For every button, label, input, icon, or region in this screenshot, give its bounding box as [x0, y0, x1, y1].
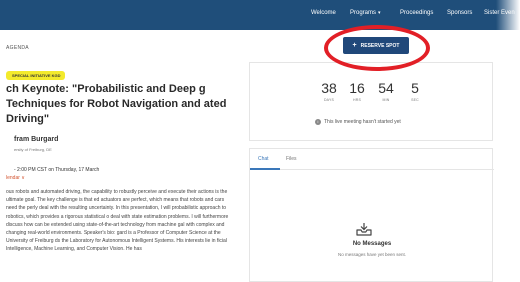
session-description: ous robots and automated driving, the ca…: [6, 189, 229, 253]
session-title: ch Keynote: "Probabilistic and Deep g Te…: [6, 83, 227, 125]
top-navbar: Welcome Programs ▾ Proceedings Sponsors S…: [0, 0, 520, 30]
nav-sponsors[interactable]: Sponsors: [447, 10, 472, 16]
empty-state-title: No Messages: [352, 241, 392, 247]
empty-state-subtitle: No messages have yet been sent.: [337, 252, 407, 257]
add-to-calendar-link[interactable]: lendar ∨: [6, 175, 25, 181]
edge-fade: [496, 0, 520, 282]
countdown-minutes: 54 MIN: [378, 80, 394, 102]
countdown-panel: 38 DAYS 16 HRS 54 MIN 5 SEC i This live …: [249, 62, 493, 141]
session-datetime: - 2:00 PM CST on Thursday, 17 March: [14, 167, 100, 173]
meeting-status-note: i This live meeting hasn't started yet: [315, 119, 401, 125]
nav-proceedings[interactable]: Proceedings: [400, 10, 433, 16]
nav-welcome[interactable]: Welcome: [311, 10, 336, 16]
countdown-hours: 16 HRS: [349, 80, 365, 102]
inbox-icon: [356, 223, 372, 236]
nav-programs[interactable]: Programs ▾: [350, 10, 381, 16]
speaker-affiliation: ersity of Freiburg, DE: [14, 147, 52, 152]
highlight-circle-annotation: [324, 25, 430, 71]
tab-chat[interactable]: Chat: [258, 156, 269, 162]
info-icon: i: [315, 119, 321, 125]
countdown-days: 38 DAYS: [321, 80, 337, 102]
chevron-down-icon: ▾: [378, 10, 381, 16]
chat-tabs: Chat Files: [250, 149, 494, 170]
category-badge: SPECIAL INITIATIVE KGD: [6, 71, 65, 80]
tab-files[interactable]: Files: [286, 156, 297, 162]
active-tab-indicator: [250, 168, 280, 170]
breadcrumb[interactable]: AGENDA: [6, 45, 29, 51]
countdown-seconds: 5 SEC: [411, 80, 419, 102]
speaker-name[interactable]: fram Burgard: [14, 136, 58, 143]
chat-panel: Chat Files No Messages No messages have …: [249, 148, 494, 282]
